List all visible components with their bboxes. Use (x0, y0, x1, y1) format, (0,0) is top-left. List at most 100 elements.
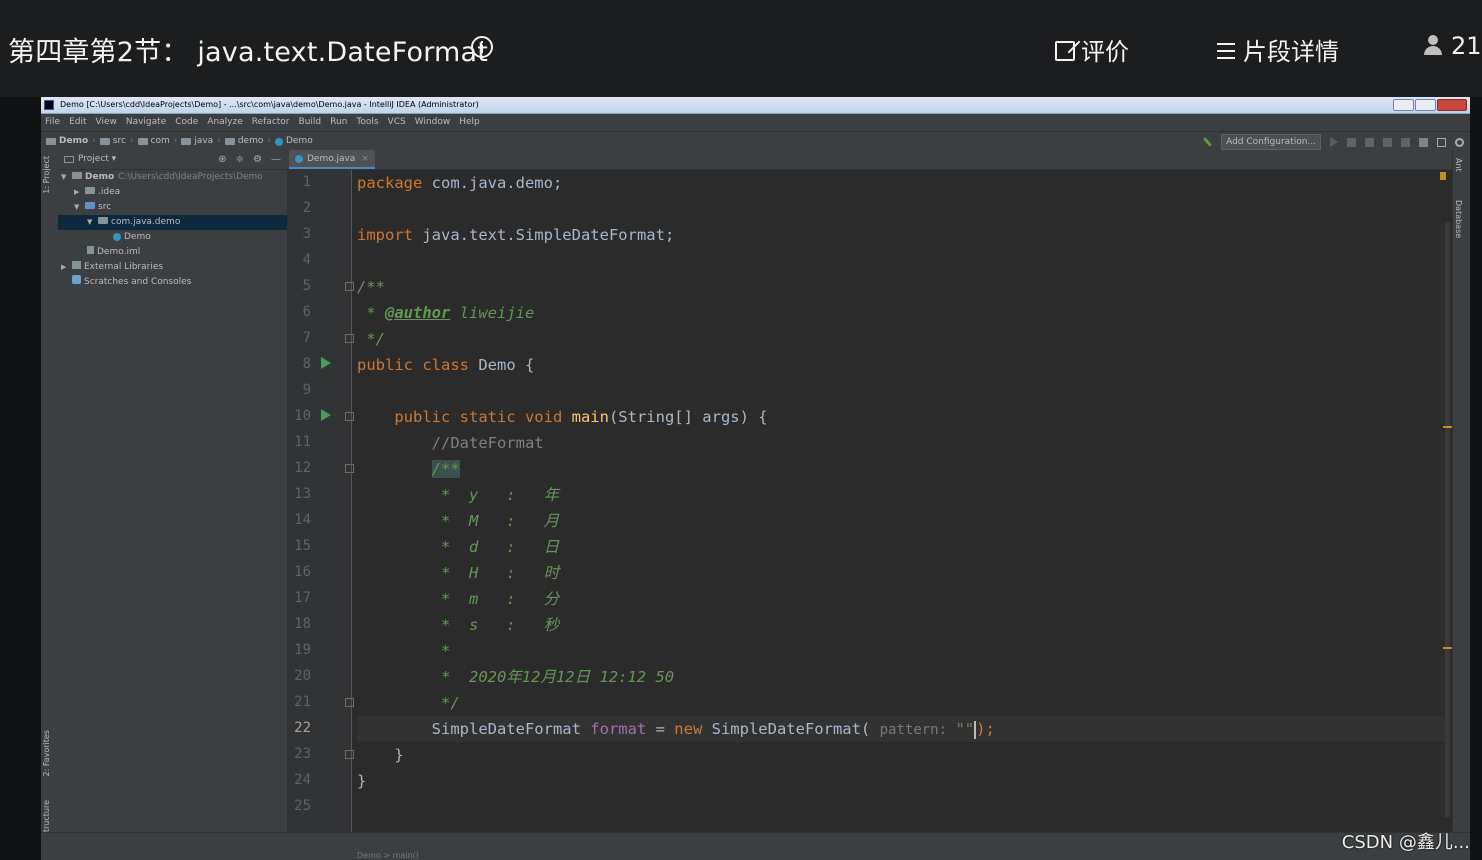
warning-marker[interactable] (1443, 426, 1452, 428)
edit-icon (1055, 41, 1075, 61)
tree-item-demo[interactable]: ▼ Demo C:\Users\cdd\IdeaProjects\Demo (58, 170, 287, 185)
menu-run[interactable]: Run (330, 114, 347, 131)
profile-icon[interactable] (1383, 137, 1392, 147)
layout-icon[interactable] (1437, 137, 1446, 147)
tree-item-demo-class[interactable]: Demo (58, 230, 287, 245)
code-line: /** (357, 278, 385, 296)
project-structure-icon[interactable] (1419, 137, 1428, 147)
line-number: 9 (302, 382, 311, 398)
minimize-button[interactable] (1393, 99, 1414, 111)
tree-item-external-libraries[interactable]: ▶ External Libraries (58, 260, 287, 275)
editor-scrollbar[interactable] (1445, 222, 1450, 817)
code-editor[interactable]: Demo.java × 1 2 3 4 5 6 7 8 9 10 11 12 13… (287, 150, 1470, 860)
rate-button[interactable]: 评价 (1055, 32, 1129, 67)
close-button[interactable] (1437, 99, 1467, 111)
code-line: } (357, 746, 404, 764)
menu-refactor[interactable]: Refactor (252, 114, 290, 131)
folder-icon (85, 187, 95, 194)
menu-file[interactable]: File (45, 114, 60, 131)
close-tab-icon[interactable]: × (361, 154, 369, 164)
menu-code[interactable]: Code (175, 114, 198, 131)
line-number: 23 (294, 746, 311, 762)
fold-icon[interactable] (345, 282, 354, 291)
details-button[interactable]: 片段详情 (1217, 32, 1339, 67)
code-line: * H : 时 (357, 564, 560, 582)
crumb-demo-class[interactable]: Demo (274, 132, 313, 151)
stop-icon[interactable] (1401, 137, 1410, 147)
fold-icon[interactable] (345, 464, 354, 473)
current-code-line: SimpleDateFormat format = new SimpleDate… (357, 716, 1450, 742)
line-number: 5 (302, 278, 311, 294)
tree-item-iml[interactable]: Demo.iml (58, 245, 287, 260)
line-number: 19 (294, 642, 311, 658)
editor-gutter: 1 2 3 4 5 6 7 8 9 10 11 12 13 14 15 16 1… (287, 170, 371, 860)
crumb-com[interactable]: com (137, 132, 170, 151)
breadcrumb: Demo › src › com › java › demo › Demo (46, 132, 313, 151)
code-line: /** (431, 460, 460, 478)
restore-button[interactable] (1415, 99, 1436, 111)
line-number: 20 (294, 668, 311, 684)
tree-item-idea[interactable]: ▶ .idea (58, 185, 287, 200)
warning-marker[interactable] (1443, 647, 1452, 649)
menu-view[interactable]: View (96, 114, 117, 131)
fold-icon[interactable] (345, 412, 354, 421)
locate-icon[interactable]: ⊕ (218, 150, 226, 169)
folder-icon (181, 138, 192, 145)
fold-icon[interactable] (345, 334, 354, 343)
inspection-status-icon[interactable] (1440, 172, 1446, 180)
class-icon (274, 137, 283, 146)
crumb-demo-package[interactable]: demo (224, 132, 263, 151)
code-line: import java.text.SimpleDateFormat; (357, 226, 675, 244)
crumb-java[interactable]: java (181, 132, 213, 151)
fold-icon[interactable] (345, 750, 354, 759)
menu-help[interactable]: Help (459, 114, 480, 131)
run-icon[interactable] (1330, 137, 1338, 147)
left-tool-strip: 1: Project 2: Favorites Z: Structure (41, 150, 59, 860)
tree-item-scratches[interactable]: Scratches and Consoles (58, 275, 287, 290)
menu-window[interactable]: Window (415, 114, 451, 131)
intellij-icon (44, 100, 54, 110)
line-number: 22 (294, 720, 311, 736)
info-icon[interactable] (471, 36, 493, 58)
ant-tool-tab[interactable]: Ant (1454, 158, 1463, 172)
class-icon (113, 232, 121, 241)
right-tool-strip: Ant Database (1452, 150, 1470, 860)
menu-edit[interactable]: Edit (69, 114, 86, 131)
menu-vcs[interactable]: VCS (388, 114, 406, 131)
gear-icon[interactable]: ⚙ (253, 150, 262, 169)
user-icon (1423, 35, 1443, 55)
tree-item-src[interactable]: ▼ src (58, 200, 287, 215)
hide-icon[interactable]: — (271, 150, 281, 169)
coverage-icon[interactable] (1365, 137, 1374, 147)
fold-icon[interactable] (345, 698, 354, 707)
line-number: 21 (294, 694, 311, 710)
menu-navigate[interactable]: Navigate (126, 114, 166, 131)
line-number: 6 (302, 304, 311, 320)
menu-analyze[interactable]: Analyze (207, 114, 242, 131)
line-number: 8 (302, 356, 311, 372)
add-configuration-button[interactable]: Add Configuration... (1221, 134, 1321, 150)
project-tool-tab[interactable]: 1: Project (42, 156, 51, 194)
search-icon[interactable] (1455, 137, 1464, 147)
menu-build[interactable]: Build (299, 114, 322, 131)
tab-demo-java[interactable]: Demo.java × (289, 150, 375, 169)
collapse-all-icon[interactable]: ≑ (236, 150, 244, 169)
crumb-demo[interactable]: Demo (46, 132, 88, 151)
favorites-tool-tab[interactable]: 2: Favorites (42, 730, 51, 776)
menu-tools[interactable]: Tools (356, 114, 378, 131)
run-class-icon[interactable] (321, 357, 331, 369)
folder-icon (72, 172, 82, 179)
debug-icon[interactable] (1347, 137, 1356, 147)
database-tool-tab[interactable]: Database (1454, 200, 1463, 238)
details-label: 片段详情 (1243, 38, 1339, 66)
code-area[interactable]: package com.java.demo; import java.text.… (357, 170, 1450, 860)
run-main-icon[interactable] (321, 409, 331, 421)
tree-item-package[interactable]: ▼ com.java.demo (58, 215, 287, 230)
code-line: * y : 年 (357, 486, 560, 504)
build-hammer-icon[interactable] (1202, 137, 1212, 147)
project-view-dropdown[interactable]: Project ▾ (78, 150, 116, 169)
project-panel-header: Project ▾ ⊕ ≑ ⚙ — (58, 150, 287, 170)
window-titlebar: Demo [C:\Users\cdd\IdeaProjects\Demo] - … (41, 97, 1470, 114)
line-number: 3 (302, 226, 311, 242)
crumb-src[interactable]: src (99, 132, 126, 151)
